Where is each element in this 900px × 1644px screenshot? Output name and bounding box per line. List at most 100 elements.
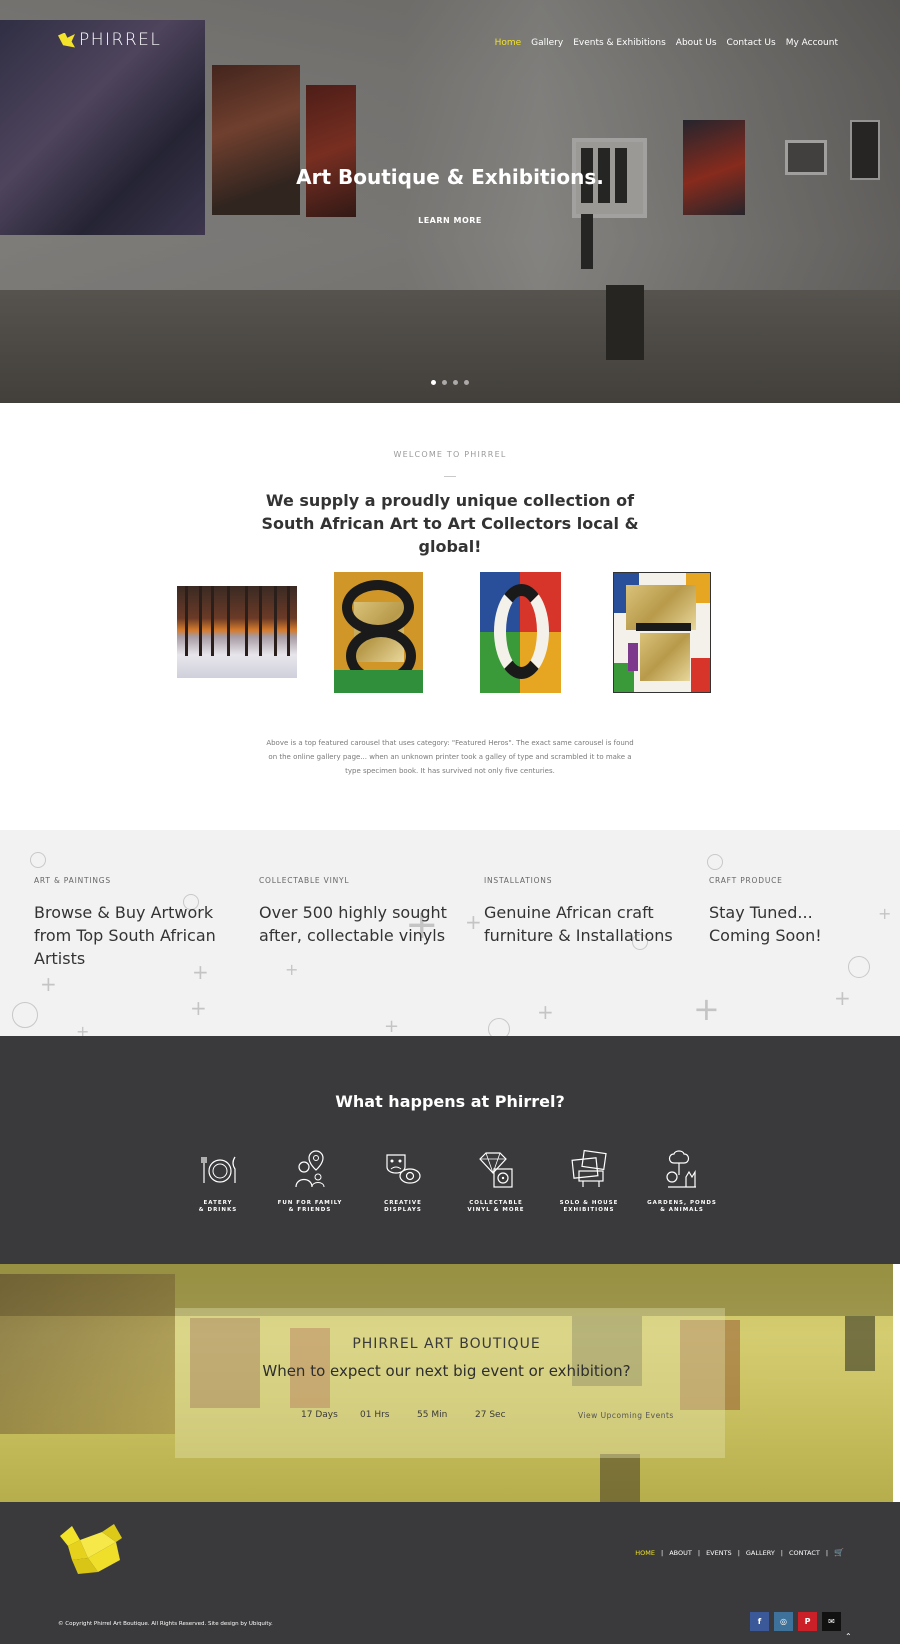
featured-artwork-forest[interactable] [177,586,297,678]
decorative-plus: + [878,904,892,923]
footer-nav-events[interactable]: EVENTS [706,1549,732,1557]
slider-dot[interactable] [453,380,458,385]
nav-about-us[interactable]: About Us [676,38,717,48]
squirrel-logo-icon [58,32,75,48]
feature-label: SOLO & HOUSE EXHIBITIONS [559,1200,619,1213]
category-title: Genuine African craft furniture & Instal… [484,903,673,945]
countdown-minutes: 55 Min [417,1410,448,1420]
footer-nav-gallery[interactable]: GALLERY [746,1549,775,1557]
category-installations[interactable]: INSTALLATIONS Genuine African craft furn… [484,876,674,947]
footer-nav-about[interactable]: ABOUT [669,1549,692,1557]
nav-contact-us[interactable]: Contact Us [727,38,776,48]
footer-nav: HOME | ABOUT | EVENTS | GALLERY | CONTAC… [635,1548,844,1557]
category-collectable-vinyl[interactable]: COLLECTABLE VINYL Over 500 highly sought… [259,876,449,947]
decorative-plus: + [537,1000,554,1024]
family-pin-icon [295,1150,325,1188]
nav-gallery[interactable]: Gallery [531,38,563,48]
separator: | [780,1548,783,1557]
decorative-circle [30,852,46,868]
footer-nav-home[interactable]: HOME [635,1549,655,1557]
slider-dot[interactable] [431,380,436,385]
pinterest-icon[interactable]: P [798,1612,817,1631]
plate-cutlery-icon [201,1156,236,1183]
back-to-top-icon[interactable]: ⌃ [845,1632,852,1641]
decorative-circle [848,956,870,978]
category-label: INSTALLATIONS [484,876,553,885]
featured-artwork-abstract[interactable] [480,572,561,693]
squirrel-logo-icon[interactable] [58,1524,124,1576]
theatre-masks-icon [386,1154,421,1184]
footer: HOME | ABOUT | EVENTS | GALLERY | CONTAC… [0,1502,900,1644]
footer-nav-contact[interactable]: CONTACT [789,1549,820,1557]
featured-artwork-calligraphy[interactable] [334,572,423,693]
feature-exhibitions: SOLO & HOUSE EXHIBITIONS [549,1149,629,1214]
background-painting [0,1274,175,1434]
main-nav: Home Gallery Events & Exhibitions About … [495,38,838,48]
learn-more-button[interactable]: LEARN MORE [0,216,900,225]
nav-events-exhibitions[interactable]: Events & Exhibitions [573,38,666,48]
hero-banner: PHIRREL Home Gallery Events & Exhibition… [0,0,900,403]
decorative-plus: + [693,990,720,1028]
copyright-text: © Copyright Phirrel Art Boutique. All Ri… [58,1621,273,1627]
feature-label: GARDENS, PONDS & ANIMALS [647,1200,717,1213]
decorative-circle [488,1018,510,1036]
cart-icon[interactable]: 🛒 [834,1548,844,1557]
page: PHIRREL Home Gallery Events & Exhibition… [0,0,900,1644]
nav-my-account[interactable]: My Account [786,38,838,48]
slider-dot[interactable] [442,380,447,385]
category-craft-produce[interactable]: CRAFT PRODUCE Stay Tuned... Coming Soon! [709,876,849,947]
feature-family-fun: FUN FOR FAMILY & FRIENDS [270,1149,350,1214]
category-art-paintings[interactable]: ART & PAINTINGS Browse & Buy Artwork fro… [34,876,224,970]
slider-dots [0,380,900,385]
feature-collectable-vinyl: COLLECTABLE VINYL & MORE [456,1149,536,1214]
feature-label: EATERY & DRINKS [198,1200,238,1213]
countdown-section: PHIRREL ART BOUTIQUE When to expect our … [0,1264,893,1502]
email-icon[interactable]: ✉ [822,1612,841,1631]
welcome-kicker: WELCOME TO PHIRREL [393,450,507,459]
category-title: Stay Tuned... Coming Soon! [709,903,822,945]
hero-title: Art Boutique & Exhibitions. [296,165,604,189]
decorative-plus: + [465,910,482,934]
countdown-panel [175,1308,725,1458]
countdown-days: 17 Days [301,1410,338,1420]
category-label: ART & PAINTINGS [34,876,111,885]
decorative-plus: + [40,972,57,996]
view-upcoming-events-link[interactable]: View Upcoming Events [578,1411,674,1420]
countdown-brand: PHIRREL ART BOUTIQUE [352,1336,541,1352]
slider-dot[interactable] [464,380,469,385]
welcome-headline: We supply a proudly unique collection of… [261,491,639,556]
feature-gardens-animals: GARDENS, PONDS & ANIMALS [642,1149,722,1214]
divider [444,476,456,477]
feature-label: CREATIVE DISPLAYS [384,1200,422,1213]
brand-logo[interactable]: PHIRREL [58,30,161,50]
feature-label: COLLECTABLE VINYL & MORE [467,1200,525,1213]
decorative-plus: + [190,996,207,1020]
decorative-plus: + [384,1016,400,1036]
instagram-icon[interactable]: ◎ [774,1612,793,1631]
category-title: Browse & Buy Artwork from Top South Afri… [34,903,216,968]
background-sculpture [600,1454,640,1502]
separator: | [697,1548,701,1557]
decorative-plus: + [76,1022,90,1036]
featured-artwork-gold-leaf[interactable] [613,572,711,693]
exhibition-frames-icon [571,1149,607,1187]
what-happens-section: What happens at Phirrel? EATERY & DRINKS… [0,1036,900,1264]
countdown-seconds: 27 Sec [475,1410,506,1420]
feature-creative-displays: CREATIVE DISPLAYS [363,1149,443,1214]
separator: | [825,1548,829,1557]
feature-eatery: EATERY & DRINKS [178,1149,258,1214]
category-label: COLLECTABLE VINYL [259,876,350,885]
decorative-circle [707,854,723,870]
category-title: Over 500 highly sought after, collectabl… [259,903,447,945]
feature-label: FUN FOR FAMILY & FRIENDS [277,1200,343,1213]
decorative-plus: + [834,986,851,1010]
countdown-hours: 01 Hrs [360,1410,390,1420]
tree-animals-icon [666,1150,696,1188]
nav-home[interactable]: Home [495,38,522,48]
diamond-vinyl-icon [479,1152,513,1188]
section-title: What happens at Phirrel? [335,1092,565,1111]
countdown-subtitle: When to expect our next big event or exh… [262,1362,631,1380]
separator: | [737,1548,740,1557]
decorative-circle [12,1002,38,1028]
facebook-icon[interactable]: f [750,1612,769,1631]
